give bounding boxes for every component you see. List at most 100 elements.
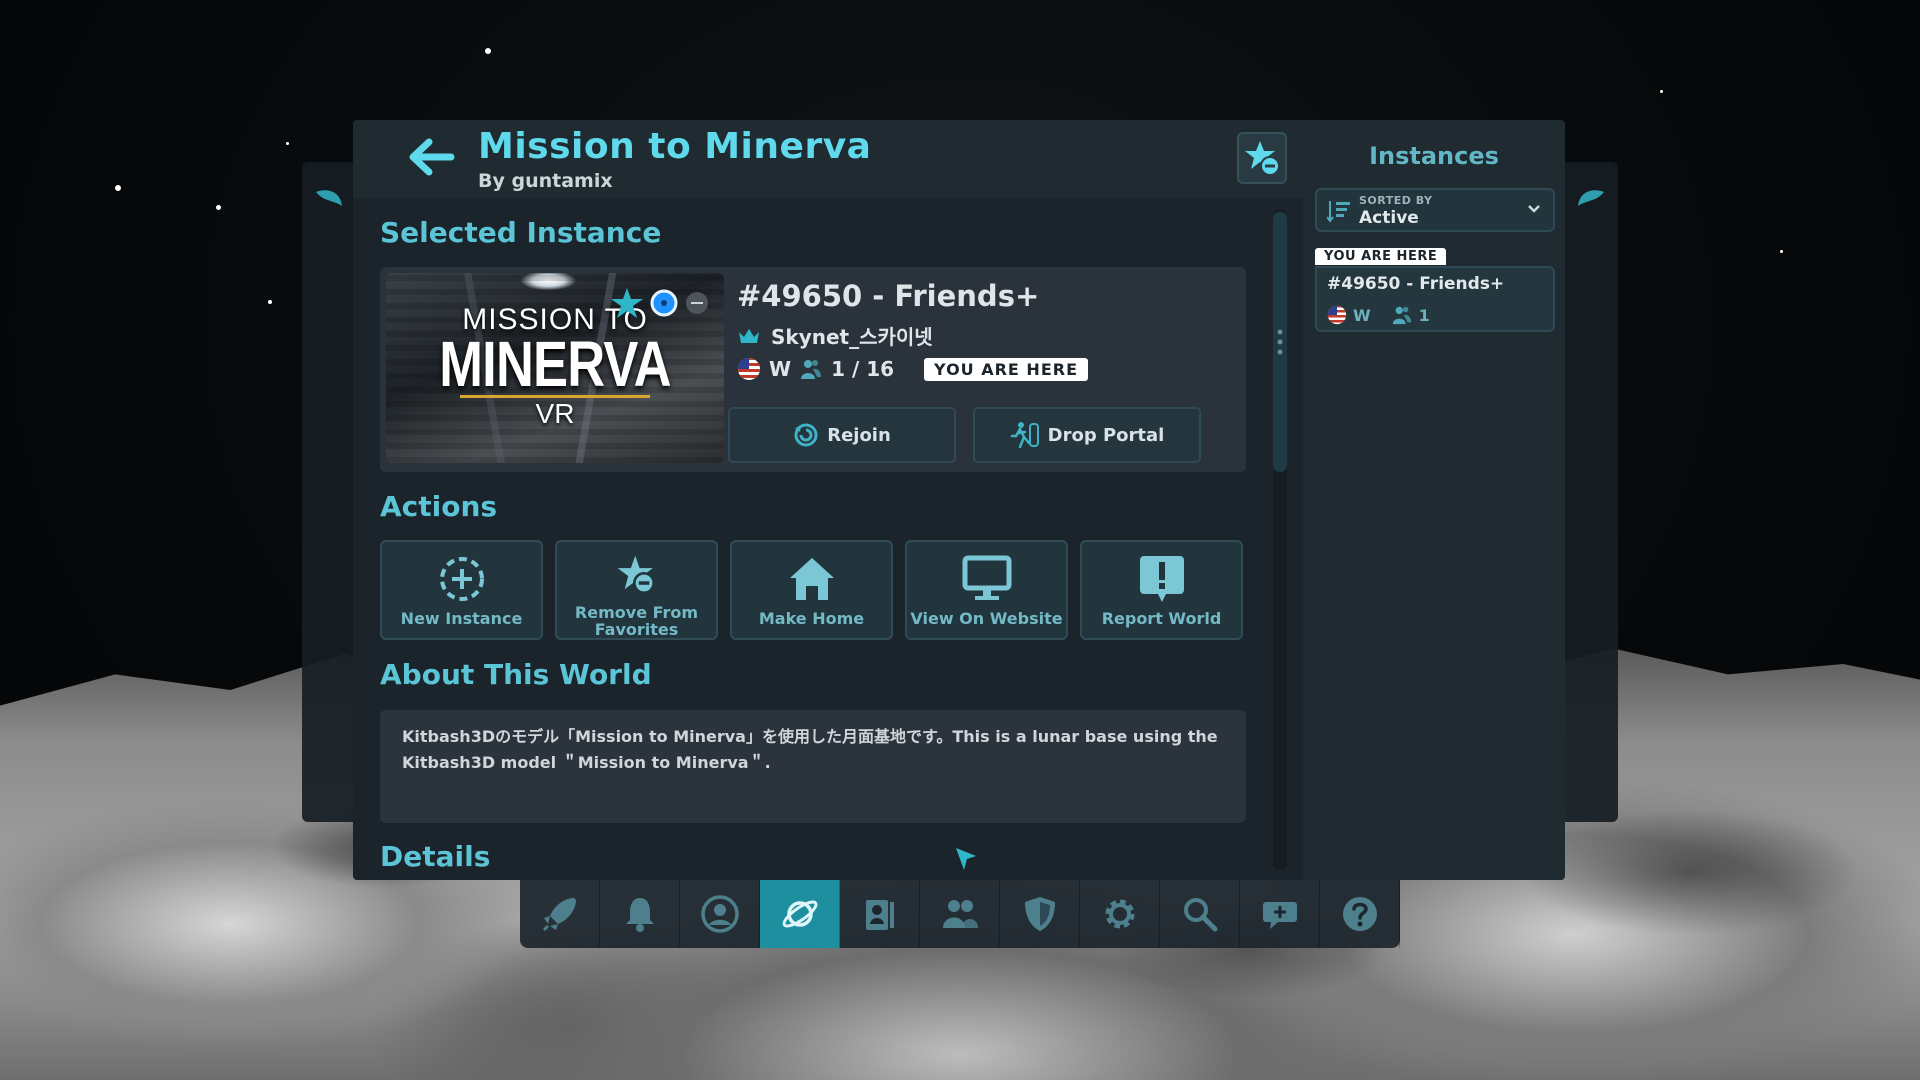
- nav-notifications[interactable]: [600, 880, 680, 948]
- actions-heading: Actions: [380, 490, 498, 523]
- monitor-icon: [962, 555, 1011, 600]
- view-on-website-label: View On Website: [910, 609, 1063, 628]
- report-world-button[interactable]: Report World: [1080, 540, 1243, 640]
- rejoin-icon: [794, 423, 818, 447]
- chevron-down-icon: [1528, 205, 1540, 213]
- about-description: Kitbash3Dのモデル「Mission to Minerva」を使用した月面…: [380, 710, 1246, 823]
- leaf-icon: [316, 190, 342, 206]
- creator-avatar-icon: [650, 289, 678, 317]
- safety-icon: [1024, 897, 1055, 931]
- nav-search[interactable]: [1160, 880, 1240, 948]
- selected-instance-card: MISSION TO MINERVA VR #49650 - Friends+ …: [380, 267, 1246, 472]
- world-thumbnail: MISSION TO MINERVA VR: [386, 273, 724, 463]
- star: [485, 48, 491, 54]
- logo-line-2: MINERVA: [439, 328, 671, 400]
- sort-value: Active: [1359, 208, 1419, 228]
- nav-worlds[interactable]: [760, 880, 840, 948]
- help-icon: [1342, 897, 1377, 931]
- nav-help[interactable]: [1320, 880, 1400, 948]
- rejoin-button[interactable]: Rejoin: [728, 407, 956, 463]
- new-instance-label: New Instance: [400, 609, 523, 628]
- user-count: 1 / 16: [831, 357, 895, 381]
- selected-instance-heading: Selected Instance: [380, 216, 662, 249]
- instance-list-users: 1: [1418, 305, 1430, 325]
- users-icon: [801, 360, 822, 379]
- bottom-nav-bar: [520, 880, 1400, 948]
- search-icon: [1183, 898, 1217, 932]
- nav-safety[interactable]: [1000, 880, 1080, 948]
- nav-add-chat[interactable]: [1240, 880, 1320, 948]
- instance-list-region: W: [1353, 305, 1371, 325]
- about-heading: About This World: [380, 658, 652, 691]
- star: [1780, 250, 1783, 253]
- remove-favorites-label: Remove From Favorites: [574, 603, 699, 639]
- instance-meta: W 1 / 16 YOU ARE HERE: [737, 357, 1088, 381]
- nav-launch[interactable]: [520, 880, 600, 948]
- more-icon: [686, 292, 708, 314]
- drop-portal-label: Drop Portal: [1047, 424, 1165, 446]
- details-heading: Details: [380, 840, 491, 873]
- instance-list-name: #49650 - Friends+: [1327, 274, 1505, 294]
- star: [115, 185, 121, 191]
- launch-icon: [542, 898, 576, 932]
- leaf-icon: [1578, 190, 1604, 206]
- social-icon: [942, 900, 978, 928]
- users-icon: [1392, 306, 1411, 325]
- report-icon: [1139, 556, 1184, 602]
- crown-icon: [739, 328, 759, 343]
- favorite-toggle-button[interactable]: [1237, 132, 1287, 184]
- instance-list-item[interactable]: #49650 - Friends+ W 1: [1315, 266, 1555, 332]
- instance-list-meta: W 1: [1327, 304, 1430, 326]
- nav-social[interactable]: [920, 880, 1000, 948]
- portal-runner-icon: [1010, 422, 1039, 449]
- new-instance-button[interactable]: New Instance: [380, 540, 543, 640]
- view-on-website-button[interactable]: View On Website: [905, 540, 1068, 640]
- make-home-button[interactable]: Make Home: [730, 540, 893, 640]
- report-world-label: Report World: [1101, 609, 1222, 628]
- thumbnail-badges: [610, 287, 710, 319]
- avatars-icon: [865, 900, 894, 930]
- worlds-icon: [782, 900, 817, 928]
- drop-portal-button[interactable]: Drop Portal: [973, 407, 1201, 463]
- instance-name: #49650 - Friends+: [737, 279, 1040, 313]
- sort-icon: [1327, 201, 1350, 223]
- instances-title: Instances: [1369, 142, 1499, 170]
- profile-icon: [700, 895, 739, 933]
- drag-handle-icon: [1277, 329, 1283, 355]
- logo-line-3: VR: [535, 398, 575, 429]
- us-flag-icon: [738, 358, 760, 380]
- nav-settings[interactable]: [1080, 880, 1160, 948]
- instance-owner: Skynet_스카이넷: [737, 321, 933, 350]
- region-code: W: [769, 357, 792, 381]
- new-instance-icon: [439, 557, 484, 601]
- thumbnail-logo: MISSION TO MINERVA VR: [386, 305, 724, 428]
- remove-favorite-icon: [617, 555, 655, 595]
- world-details-panel: Mission to Minerva By guntamix Selected …: [353, 120, 1303, 880]
- pointer-cursor: [956, 848, 976, 870]
- star: [216, 205, 221, 210]
- back-arrow-icon[interactable]: [405, 136, 455, 178]
- world-author: By guntamix: [478, 170, 613, 192]
- world-title: Mission to Minerva: [478, 126, 872, 167]
- star: [268, 300, 272, 304]
- instances-panel: Instances SORTED BY Active YOU ARE HERE …: [1303, 120, 1565, 880]
- favorite-star-icon: [611, 288, 643, 318]
- make-home-label: Make Home: [758, 609, 865, 628]
- rejoin-label: Rejoin: [827, 424, 891, 446]
- home-icon: [789, 558, 834, 600]
- star-remove-icon: [1245, 141, 1280, 176]
- us-flag-icon: [1327, 305, 1347, 325]
- owner-name: Skynet_스카이넷: [771, 325, 933, 349]
- you-are-here-badge: YOU ARE HERE: [1315, 248, 1447, 265]
- you-are-here-badge: YOU ARE HERE: [924, 357, 1088, 381]
- nav-avatars[interactable]: [840, 880, 920, 948]
- sort-dropdown[interactable]: SORTED BY Active: [1315, 188, 1555, 232]
- star: [1660, 90, 1663, 93]
- star: [286, 142, 289, 145]
- settings-icon: [1105, 899, 1134, 929]
- sort-caption: SORTED BY: [1359, 194, 1433, 207]
- bell-icon: [625, 898, 654, 932]
- world-header: Mission to Minerva By guntamix: [353, 120, 1303, 198]
- nav-profile[interactable]: [680, 880, 760, 948]
- remove-from-favorites-button[interactable]: Remove From Favorites: [555, 540, 718, 640]
